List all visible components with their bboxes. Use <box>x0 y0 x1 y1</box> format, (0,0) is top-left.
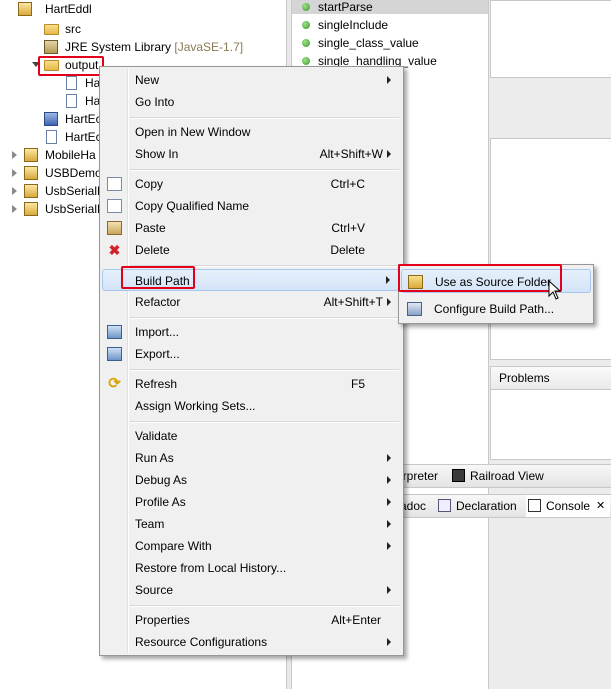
delete-icon: ✖ <box>108 242 121 258</box>
menu-item-import[interactable]: Import... <box>102 321 401 343</box>
jar-icon <box>44 112 58 126</box>
method-icon <box>302 21 310 29</box>
file-icon <box>66 76 77 90</box>
outline-item[interactable]: single_class_value <box>302 34 419 52</box>
jre-label: JRE System Library <box>65 40 172 54</box>
expand-closed-icon[interactable] <box>12 169 17 177</box>
problems-tab[interactable]: Problems <box>499 371 550 385</box>
close-icon[interactable]: ✕ <box>596 495 605 517</box>
problems-panel: Problems <box>490 366 611 460</box>
use-as-source-highlight-box <box>398 264 562 292</box>
menu-item-export[interactable]: Export... <box>102 343 401 365</box>
menu-item-copy-qualified-name[interactable]: Copy Qualified Name <box>102 195 401 217</box>
menu-item-debug-as[interactable]: Debug As <box>102 469 401 491</box>
menu-separator <box>130 369 399 371</box>
middle-right-panel <box>490 138 611 360</box>
menu-item-restore-local-history[interactable]: Restore from Local History... <box>102 557 401 579</box>
project-icon <box>24 184 38 198</box>
method-icon <box>302 3 310 11</box>
menu-separator <box>130 421 399 423</box>
output-highlight-box <box>38 56 104 76</box>
file-icon <box>46 130 57 144</box>
method-icon <box>302 57 310 65</box>
submenu-arrow-icon <box>387 298 391 306</box>
submenu-arrow-icon <box>386 276 390 284</box>
submenu-arrow-icon <box>387 498 391 506</box>
console-icon <box>528 499 541 512</box>
menu-item-refactor[interactable]: Refactor Alt+Shift+T <box>102 291 401 313</box>
tab-bar-top: erpreter Railroad View <box>392 464 611 488</box>
menu-item-properties[interactable]: Properties Alt+Enter <box>102 609 401 631</box>
submenu-arrow-icon <box>387 76 391 84</box>
menu-separator <box>130 317 399 319</box>
menu-item-resource-configurations[interactable]: Resource Configurations <box>102 631 401 653</box>
copy-icon <box>107 177 122 191</box>
library-icon <box>44 40 58 54</box>
paste-icon <box>107 221 122 235</box>
jre-version: [JavaSE-1.7] <box>174 40 244 54</box>
menu-separator <box>130 169 399 171</box>
project-icon <box>24 166 38 180</box>
build-path-icon <box>407 302 422 316</box>
build-path-highlight-box <box>121 266 195 289</box>
tab-console[interactable]: Console ✕ <box>526 495 610 517</box>
project-icon <box>18 2 32 16</box>
menu-item-show-in[interactable]: Show In Alt+Shift+W <box>102 143 401 165</box>
file-icon <box>66 94 77 108</box>
menu-item-paste[interactable]: Paste Ctrl+V <box>102 217 401 239</box>
tab-bar-bottom: adoc Declaration Console ✕ <box>392 494 611 518</box>
import-icon <box>107 325 122 339</box>
submenu-arrow-icon <box>387 586 391 594</box>
menu-item-delete[interactable]: ✖ Delete Delete <box>102 239 401 261</box>
menu-separator <box>130 605 399 607</box>
project-icon <box>24 148 38 162</box>
project-icon <box>24 202 38 216</box>
menu-item-run-as[interactable]: Run As <box>102 447 401 469</box>
submenu-arrow-icon <box>387 150 391 158</box>
package-folder-icon <box>44 24 59 35</box>
menu-item-validate[interactable]: Validate <box>102 425 401 447</box>
menu-item-profile-as[interactable]: Profile As <box>102 491 401 513</box>
submenu-arrow-icon <box>387 476 391 484</box>
expand-closed-icon[interactable] <box>12 151 17 159</box>
outline-item[interactable]: startParse <box>302 0 373 16</box>
top-right-panel <box>490 0 611 78</box>
copy-icon <box>107 199 122 213</box>
export-icon <box>107 347 122 361</box>
menu-item-source[interactable]: Source <box>102 579 401 601</box>
menu-item-open-new-window[interactable]: Open in New Window <box>102 121 401 143</box>
submenu-arrow-icon <box>387 542 391 550</box>
menu-item-copy[interactable]: Copy Ctrl+C <box>102 173 401 195</box>
menu-separator <box>130 117 399 119</box>
expand-closed-icon[interactable] <box>12 187 17 195</box>
submenu-arrow-icon <box>387 520 391 528</box>
menu-item-compare-with[interactable]: Compare With <box>102 535 401 557</box>
menu-item-assign-working-sets[interactable]: Assign Working Sets... <box>102 395 401 417</box>
railroad-icon <box>452 469 465 482</box>
refresh-icon: ⟳ <box>108 375 121 392</box>
declaration-icon <box>438 499 451 512</box>
mouse-cursor-icon <box>548 280 562 300</box>
menu-item-refresh[interactable]: ⟳ Refresh F5 <box>102 373 401 395</box>
submenu-arrow-icon <box>387 638 391 646</box>
submenu-arrow-icon <box>387 454 391 462</box>
menu-item-configure-build-path[interactable]: Configure Build Path... <box>401 297 591 321</box>
context-menu: New Go Into Open in New Window Show In A… <box>99 66 404 656</box>
menu-item-team[interactable]: Team <box>102 513 401 535</box>
menu-item-go-into[interactable]: Go Into <box>102 91 401 113</box>
menu-item-new[interactable]: New <box>102 69 401 91</box>
expand-closed-icon[interactable] <box>12 205 17 213</box>
right-panels: Problems <box>488 0 611 689</box>
outline-item[interactable]: singleInclude <box>302 16 388 34</box>
method-icon <box>302 39 310 47</box>
